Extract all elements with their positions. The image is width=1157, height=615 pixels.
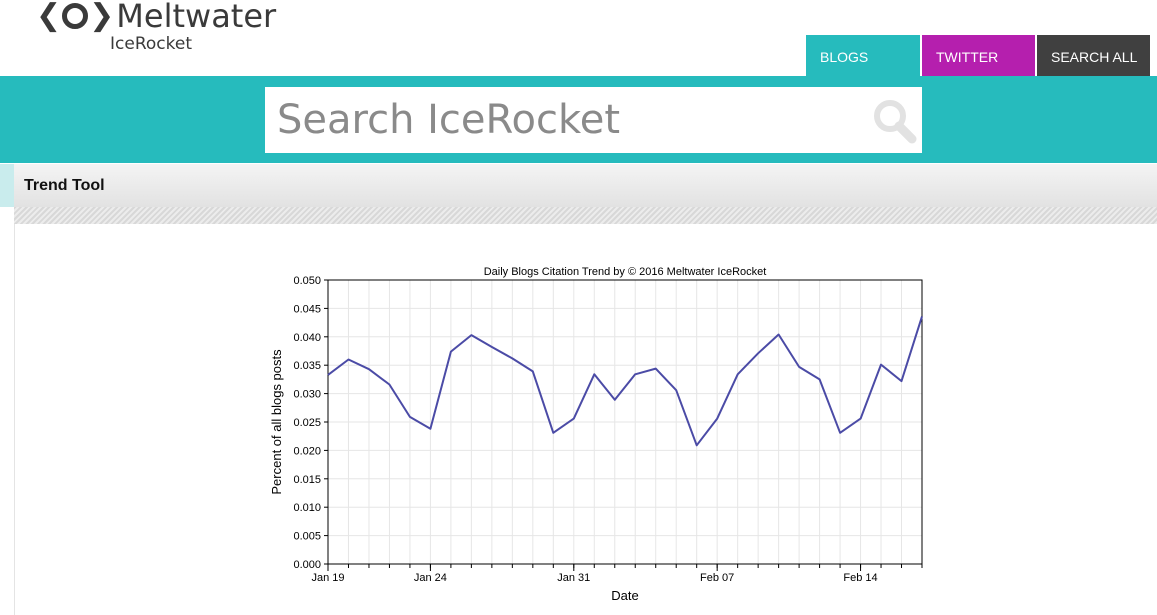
x-tick-label: Jan 31 [557, 572, 590, 584]
chart-title: Daily Blogs Citation Trend by © 2016 Mel… [484, 266, 767, 278]
x-tick-label: Jan 24 [414, 572, 447, 584]
x-tick-label: Feb 14 [843, 572, 877, 584]
x-axis-label: Date [611, 588, 638, 603]
hatch-divider [14, 207, 1157, 224]
section-accent [0, 164, 14, 207]
tab-blogs[interactable]: BLOGS [806, 35, 920, 76]
section-header: Trend Tool [0, 164, 1157, 207]
meltwater-mark-icon: ❮ ❯ [36, 0, 115, 33]
y-tick-label: 0.035 [293, 360, 321, 372]
product-name: IceRocket [110, 34, 192, 54]
y-tick-label: 0.020 [293, 445, 321, 457]
meltwater-logo[interactable]: ❮ ❯ Meltwater IceRocket [36, 0, 276, 54]
brand-name: Meltwater [116, 0, 277, 35]
y-axis-label: Percent of all blogs posts [269, 349, 284, 495]
y-tick-label: 0.005 [293, 531, 321, 543]
section-title: Trend Tool [24, 177, 105, 194]
y-tick-label: 0.000 [293, 559, 321, 571]
series-line [327, 316, 923, 447]
trend-chart: 0.000 0.005 0.010 0.015 0.020 0.025 0.030 0.035… [269, 266, 923, 603]
tab-twitter[interactable]: TWITTER [922, 35, 1035, 76]
header: ❮ ❯ Meltwater IceRocket BLOGS TWITTER SEA… [0, 0, 1157, 76]
search-input[interactable] [265, 87, 865, 153]
x-tick-label: Feb 07 [700, 572, 734, 584]
y-tick-label: 0.010 [293, 502, 321, 514]
y-tick-label: 0.040 [293, 332, 321, 344]
tab-search-all[interactable]: SEARCH ALL [1037, 35, 1150, 76]
y-tick-label: 0.045 [293, 303, 321, 315]
y-tick-label: 0.030 [293, 389, 321, 401]
content-border [14, 224, 15, 615]
y-tick-label: 0.050 [293, 275, 321, 287]
x-tick-label: Jan 19 [311, 572, 344, 584]
search-icon[interactable] [866, 93, 920, 147]
search-band [0, 76, 1157, 163]
search-box [265, 87, 922, 153]
logo-row: ❮ ❯ Meltwater [36, 0, 276, 32]
y-tick-label: 0.015 [293, 474, 321, 486]
y-tick-label: 0.025 [293, 417, 321, 429]
